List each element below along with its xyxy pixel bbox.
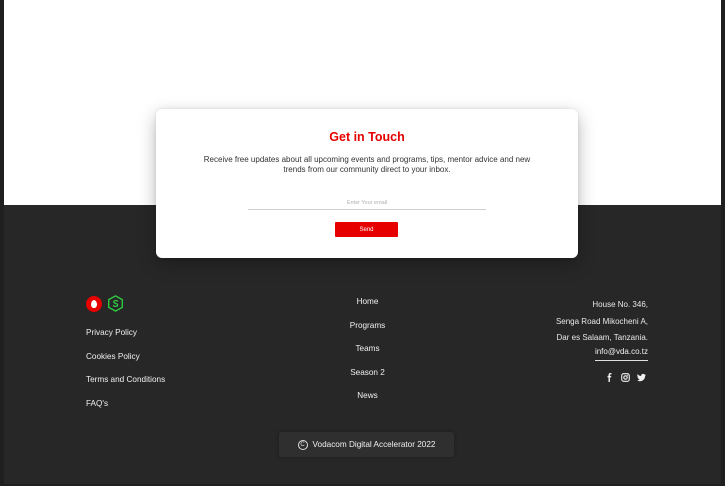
footer-nav-teams[interactable]: Teams bbox=[320, 344, 415, 368]
footer-nav-news[interactable]: News bbox=[320, 391, 415, 415]
instagram-icon[interactable] bbox=[621, 369, 630, 382]
contact-email-link[interactable]: info@vda.co.tz bbox=[594, 345, 648, 361]
vda-logo-icon[interactable] bbox=[107, 295, 124, 312]
footer-nav-season-2[interactable]: Season 2 bbox=[320, 368, 415, 392]
twitter-icon[interactable] bbox=[637, 369, 646, 382]
copyright-bar: C Vodacom Digital Accelerator 2022 bbox=[279, 432, 454, 457]
newsletter-description: Receive free updates about all upcoming … bbox=[203, 155, 531, 174]
footer-link-faqs[interactable]: FAQ's bbox=[86, 399, 165, 423]
newsletter-title: Get in Touch bbox=[329, 130, 405, 144]
footer-logos bbox=[86, 295, 124, 312]
send-button[interactable]: Send bbox=[335, 222, 398, 237]
footer-link-terms[interactable]: Terms and Conditions bbox=[86, 375, 165, 399]
footer-nav-home[interactable]: Home bbox=[320, 297, 415, 321]
address-block: House No. 346, Senga Road Mikocheni A, D… bbox=[556, 297, 648, 347]
footer-link-cookies[interactable]: Cookies Policy bbox=[86, 352, 165, 376]
footer-nav: Home Programs Teams Season 2 News bbox=[320, 297, 415, 415]
address-line: House No. 346, bbox=[592, 300, 648, 309]
footer-link-privacy[interactable]: Privacy Policy bbox=[86, 328, 165, 352]
facebook-icon[interactable] bbox=[605, 369, 614, 382]
copyright-text: Vodacom Digital Accelerator 2022 bbox=[312, 440, 436, 449]
vodafone-logo-icon[interactable] bbox=[86, 295, 102, 312]
copyright-icon: C bbox=[297, 439, 308, 450]
address-line: Senga Road Mikocheni A, bbox=[555, 316, 648, 326]
footer-nav-programs[interactable]: Programs bbox=[320, 321, 415, 345]
footer-legal-links: Privacy Policy Cookies Policy Terms and … bbox=[86, 328, 165, 422]
newsletter-card: Get in Touch Receive free updates about … bbox=[156, 109, 578, 258]
email-input[interactable] bbox=[248, 196, 486, 210]
social-links bbox=[605, 369, 646, 382]
